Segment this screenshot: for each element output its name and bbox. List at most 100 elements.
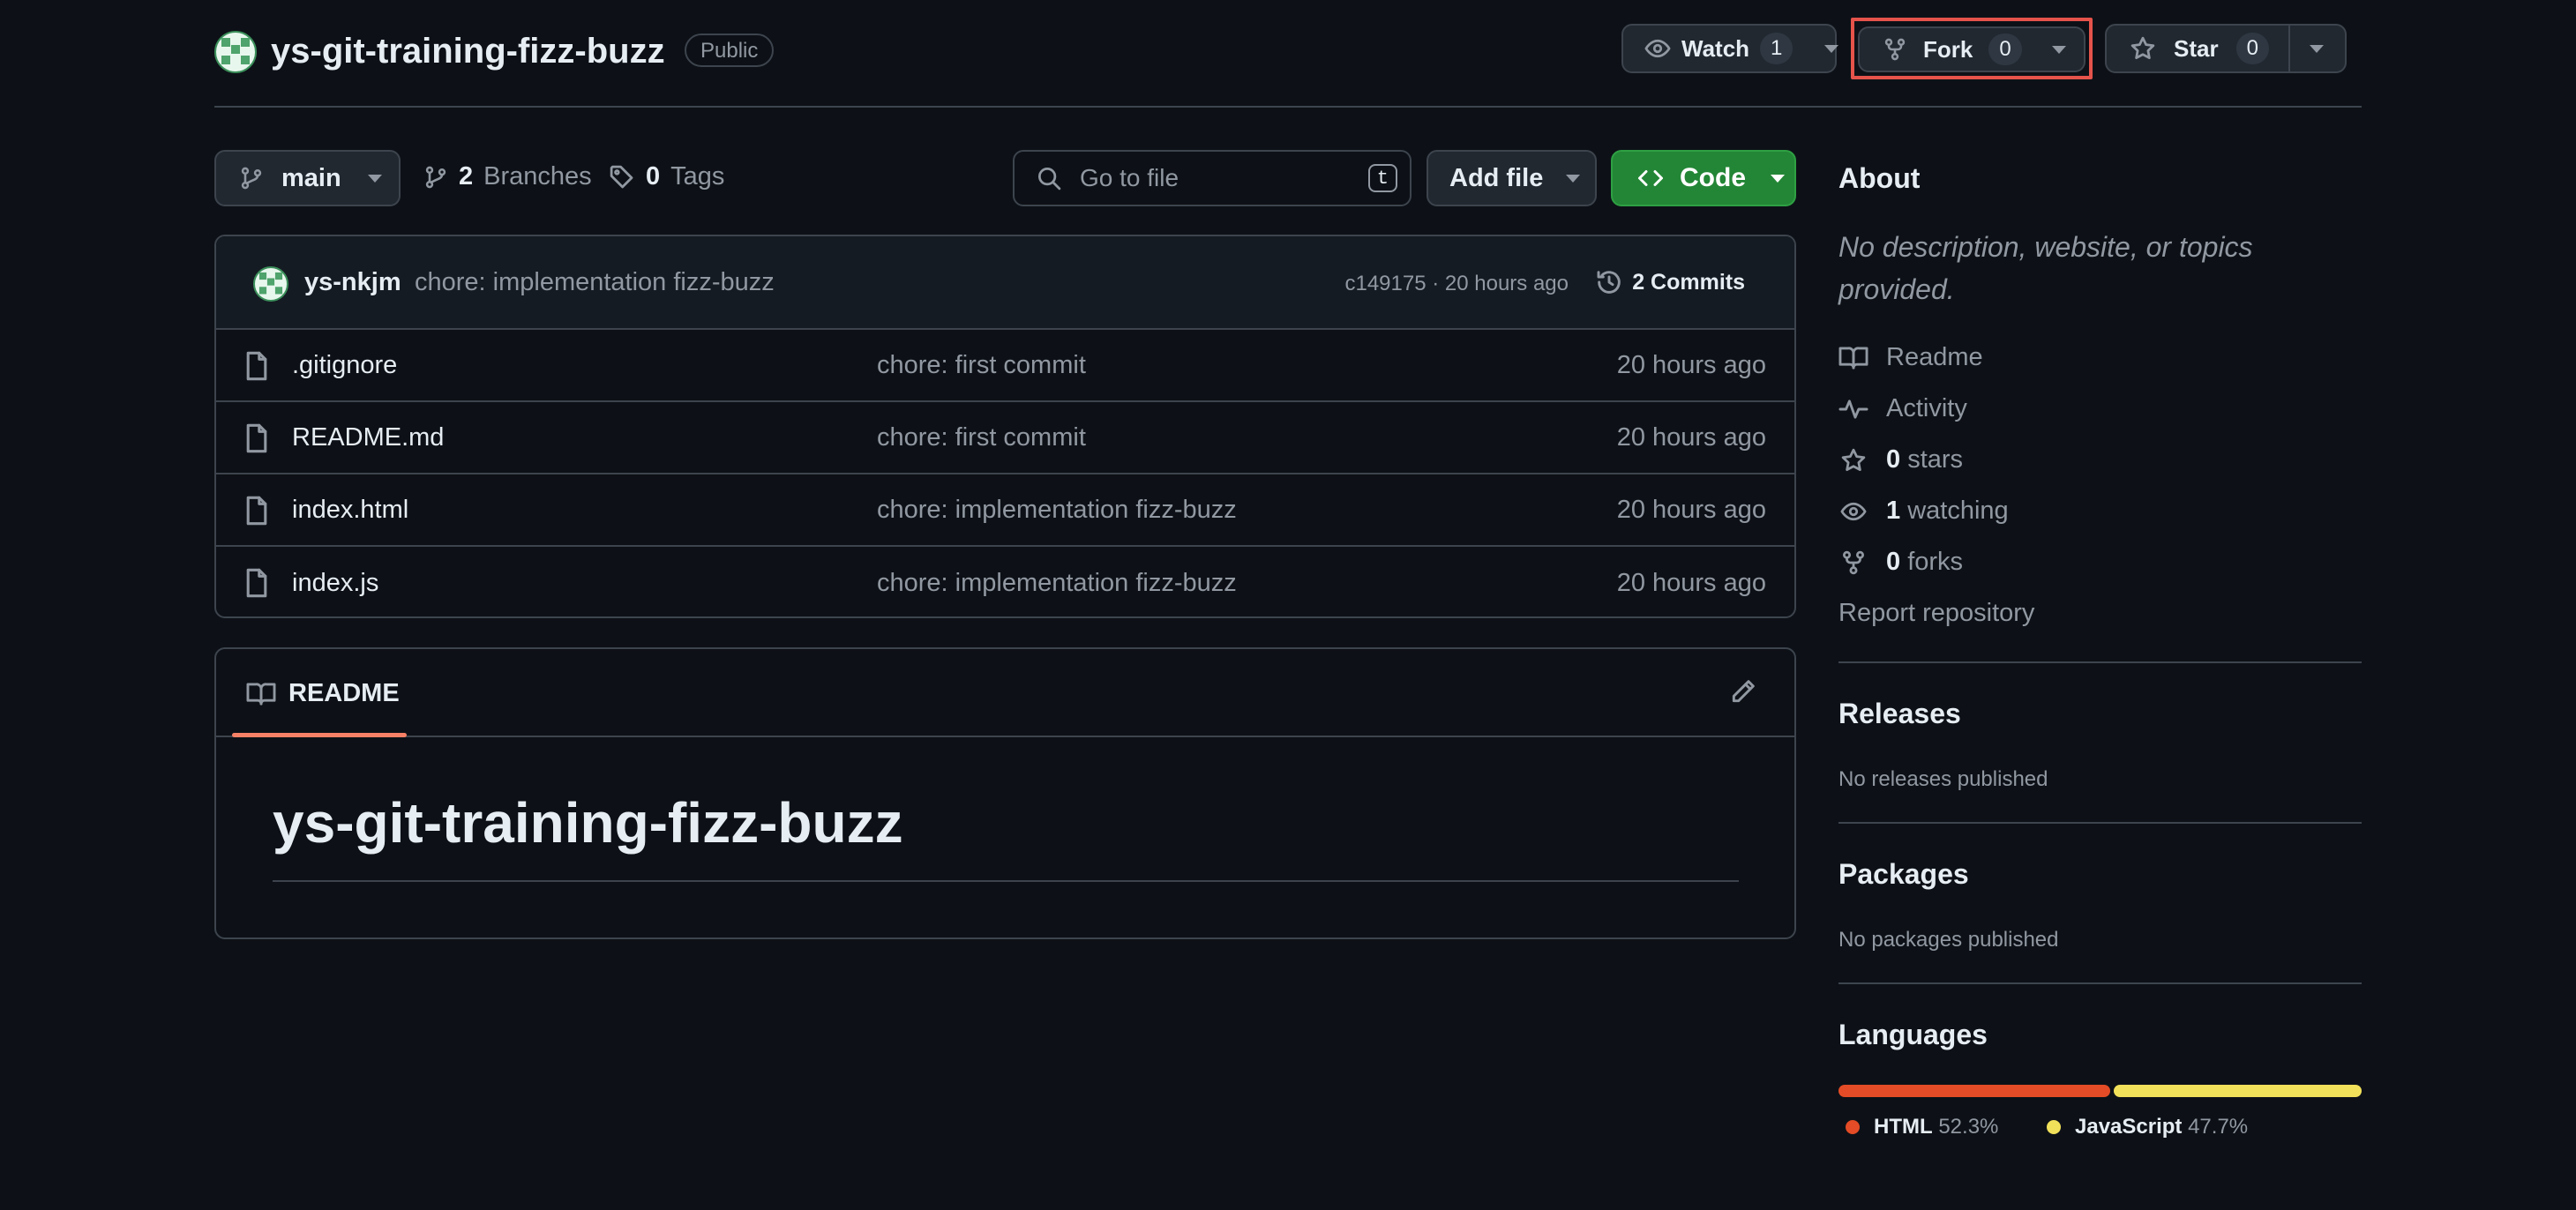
forks-count: 0	[1886, 548, 1901, 576]
file-browser: ys-nkjm chore: implementation fizz-buzz …	[214, 235, 1796, 618]
about-title: About	[1838, 162, 1921, 194]
language-html[interactable]: HTML 52.3%	[1846, 1115, 1998, 1139]
shortcut-hint: t	[1367, 164, 1397, 192]
readme-tab-label: README	[288, 679, 400, 707]
active-tab-indicator	[232, 733, 407, 737]
commit-author[interactable]: ys-nkjm	[304, 268, 401, 297]
stars-link[interactable]: 0 stars	[1838, 445, 1963, 474]
watching-link[interactable]: 1 watching	[1838, 497, 2009, 526]
star-label: Star	[2174, 34, 2219, 62]
eye-icon	[1838, 498, 1868, 525]
packages-text: No packages published	[1838, 928, 2059, 952]
readme-heading: ys-git-training-fizz-buzz	[273, 791, 903, 855]
latest-commit-bar: ys-nkjm chore: implementation fizz-buzz …	[216, 236, 1794, 330]
sidebar-divider	[1838, 822, 2362, 824]
visibility-badge: Public	[685, 34, 775, 67]
pulse-icon	[1838, 396, 1868, 422]
branches-link[interactable]: 2 Branches	[423, 162, 592, 191]
book-icon	[246, 681, 276, 707]
readme-tabbar: README	[216, 649, 1794, 737]
repo-avatar[interactable]	[214, 31, 257, 73]
sidebar-divider	[1838, 661, 2362, 663]
file-row[interactable]: .gitignore chore: first commit 20 hours …	[216, 330, 1794, 402]
language-percent: 52.3%	[1938, 1115, 1999, 1139]
go-to-file-input[interactable]	[1078, 163, 1346, 193]
search-icon	[1036, 165, 1062, 191]
branch-selector[interactable]: main	[214, 150, 401, 206]
watch-button[interactable]: Watch 1	[1621, 24, 1839, 73]
file-commit-message[interactable]: chore: first commit	[877, 351, 1086, 380]
tags-link[interactable]: 0 Tags	[609, 162, 724, 191]
code-button[interactable]: Code	[1611, 150, 1796, 206]
packages-title[interactable]: Packages	[1838, 858, 1969, 891]
watching-label: watching	[1907, 497, 2009, 525]
commit-hash-time[interactable]: c149175 · 20 hours ago	[1344, 272, 1569, 296]
file-icon	[244, 568, 269, 598]
star-icon	[1838, 447, 1868, 474]
book-icon	[1838, 345, 1868, 371]
watch-count: 1	[1760, 33, 1793, 64]
go-to-file-search[interactable]: t	[1013, 150, 1412, 206]
file-row[interactable]: index.html chore: implementation fizz-bu…	[216, 474, 1794, 547]
heading-rule	[273, 880, 1739, 882]
branch-name: main	[281, 163, 341, 192]
watch-label: Watch	[1681, 34, 1750, 62]
language-bar	[1838, 1085, 2362, 1097]
forks-label: forks	[1907, 548, 1964, 576]
stars-count: 0	[1886, 445, 1901, 474]
file-name[interactable]: .gitignore	[292, 351, 397, 380]
file-icon	[244, 351, 269, 381]
commit-message[interactable]: chore: implementation fizz-buzz	[415, 268, 775, 297]
caret-down-icon	[1771, 174, 1785, 183]
star-dropdown[interactable]	[2290, 26, 2343, 71]
commits-link[interactable]: 2 Commits	[1595, 268, 1745, 296]
file-date: 20 hours ago	[1616, 495, 1766, 524]
file-icon	[244, 423, 269, 453]
forks-link[interactable]: 0 forks	[1838, 548, 1963, 577]
file-name[interactable]: index.html	[292, 496, 408, 525]
language-bar-javascript	[2114, 1085, 2362, 1097]
add-file-button[interactable]: Add file	[1427, 150, 1597, 206]
releases-title[interactable]: Releases	[1838, 698, 1961, 730]
language-dot	[1846, 1120, 1860, 1134]
activity-link-label: Activity	[1886, 394, 1967, 422]
language-name: JavaScript	[2075, 1115, 2183, 1139]
author-avatar[interactable]	[253, 266, 288, 302]
file-row[interactable]: README.md chore: first commit 20 hours a…	[216, 402, 1794, 474]
file-row[interactable]: index.js chore: implementation fizz-buzz…	[216, 547, 1794, 616]
readme-link[interactable]: Readme	[1838, 343, 1983, 372]
file-date: 20 hours ago	[1616, 350, 1766, 379]
code-icon	[1636, 165, 1666, 191]
git-branch-icon	[423, 164, 448, 190]
watch-dropdown[interactable]	[1808, 26, 1854, 71]
language-dot	[2047, 1120, 2061, 1134]
star-button[interactable]: Star 0	[2105, 24, 2347, 73]
star-icon	[2130, 35, 2156, 62]
file-commit-message[interactable]: chore: first commit	[877, 423, 1086, 452]
branches-count: 2	[459, 162, 474, 190]
tags-count: 0	[646, 162, 661, 190]
language-javascript[interactable]: JavaScript 47.7%	[2047, 1115, 2248, 1139]
report-repository-link[interactable]: Report repository	[1838, 599, 2034, 628]
caret-down-icon	[1566, 174, 1581, 183]
activity-link[interactable]: Activity	[1838, 394, 1967, 423]
file-name[interactable]: README.md	[292, 423, 444, 452]
language-percent: 47.7%	[2188, 1115, 2249, 1139]
languages-title: Languages	[1838, 1019, 1988, 1050]
language-bar-html	[1838, 1085, 2111, 1097]
readme-tab[interactable]: README	[246, 679, 400, 708]
fork-icon	[1838, 549, 1868, 576]
pencil-icon[interactable]	[1729, 677, 1757, 706]
star-count: 0	[2235, 33, 2269, 64]
language-name: HTML	[1874, 1115, 1933, 1139]
file-date: 20 hours ago	[1616, 422, 1766, 452]
repo-name-link[interactable]: ys-git-training-fizz-buzz	[271, 26, 665, 76]
file-commit-message[interactable]: chore: implementation fizz-buzz	[877, 496, 1237, 525]
tags-label: Tags	[670, 162, 725, 190]
caret-down-icon	[367, 174, 382, 183]
file-commit-message[interactable]: chore: implementation fizz-buzz	[877, 569, 1237, 598]
fork-highlight-box	[1851, 18, 2093, 79]
git-branch-icon	[239, 165, 264, 191]
about-description: No description, website, or topics provi…	[1838, 231, 2253, 305]
file-name[interactable]: index.js	[292, 569, 378, 598]
